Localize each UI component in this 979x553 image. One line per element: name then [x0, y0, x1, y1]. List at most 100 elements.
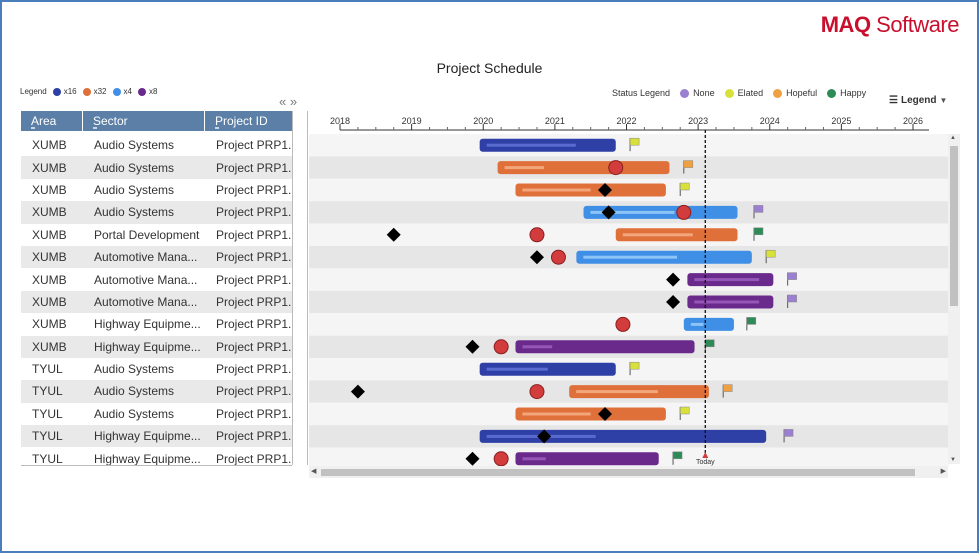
table-row[interactable]: XUMB Audio Systems Project PRP1... [21, 179, 292, 201]
scroll-right-icon[interactable]: ▶ [941, 467, 946, 475]
milestone-circle [608, 160, 624, 176]
cell-sector: Audio Systems [94, 138, 175, 153]
cell-project-id: Project PRP1... [216, 272, 292, 287]
table-row[interactable]: TYUL Highway Equipme... Project PRP1... [21, 447, 292, 469]
cell-sector: Audio Systems [94, 406, 175, 421]
brand-software: Software [870, 12, 959, 37]
table-row[interactable]: TYUL Highway Equipme... Project PRP1... [21, 425, 292, 448]
cell-area: XUMB [32, 182, 67, 197]
cell-project-id: Project PRP1... [216, 451, 292, 466]
chart-title: Project Schedule [436, 60, 543, 76]
scroll-up-icon[interactable]: ▲ [950, 135, 956, 141]
cell-sector: Automotive Mana... [94, 294, 198, 309]
table-row[interactable]: XUMB Highway Equipme... Project PRP1... [21, 313, 292, 335]
status-flag-icon [746, 317, 757, 325]
cell-area: TYUL [32, 384, 63, 399]
cell-project-id: Project PRP1... [216, 205, 292, 220]
gantt-progress-line [522, 457, 546, 461]
table-row[interactable]: XUMB Highway Equipme... Project PRP1... [21, 335, 292, 358]
table-row[interactable]: XUMB Automotive Mana... Project PRP1... [21, 245, 292, 269]
vertical-scroll-thumb[interactable] [950, 146, 958, 306]
cell-project-id: Project PRP1... [216, 294, 292, 309]
legend-item-x8: x8 [148, 87, 158, 96]
brand-maq: MAQ [820, 12, 871, 37]
horizontal-scrollbar[interactable]: ◀ ▶ [309, 466, 948, 478]
milestone-circle [615, 316, 631, 332]
table-row[interactable]: XUMB Audio Systems Project PRP1... [21, 156, 292, 179]
cell-project-id: Project PRP1... [216, 384, 292, 399]
type-legend-label: Legend [20, 87, 47, 96]
expand-right-icon[interactable]: » [290, 94, 297, 109]
milestone-circle [529, 384, 545, 400]
cell-project-id: Project PRP1... [216, 339, 292, 354]
grid-body: XUMB Audio Systems Project PRP1... XUMB Audi… [21, 134, 292, 470]
cell-area: TYUL [32, 429, 63, 444]
grid-bottom-border [21, 465, 292, 466]
status-item-happy: Happy [840, 88, 867, 98]
status-flag-icon [783, 429, 794, 437]
table-row[interactable]: TYUL Audio Systems Project PRP1... [21, 380, 292, 403]
gantt-progress-line [694, 278, 760, 282]
cell-sector: Automotive Mana... [94, 250, 198, 265]
table-row[interactable]: TYUL Audio Systems Project PRP1... [21, 403, 292, 425]
cell-area: TYUL [32, 362, 63, 377]
status-flag-icon [787, 272, 797, 280]
cell-sector: Highway Equipme... [94, 317, 201, 332]
horizontal-scroll-thumb[interactable] [321, 469, 915, 476]
status-legend: Status Legend None Elated Hopeful Happy [612, 88, 866, 98]
cell-sector: Highway Equipme... [94, 451, 201, 466]
status-item-none: None [693, 88, 715, 98]
table-row[interactable]: XUMB Portal Development Project PRP1... [21, 224, 292, 246]
cell-project-id: Project PRP1... [216, 227, 292, 242]
legend-dot-x8 [137, 87, 146, 96]
x-tick-label: 2026 [903, 116, 923, 126]
gantt-progress-line [583, 255, 678, 259]
today-label: Today [696, 459, 715, 466]
milestone-circle [493, 339, 509, 355]
gantt-progress-line [690, 322, 704, 326]
gantt-chart: 2018 2019 2020 2021 2022 2023 2024 2025 2026 Toda… [309, 100, 949, 470]
collapse-left-icon[interactable]: « [279, 94, 286, 109]
legend-item-x32: x32 [93, 87, 107, 96]
scroll-left-icon[interactable]: ◀ [311, 467, 316, 475]
table-row[interactable]: XUMB Audio Systems Project PRP1... [21, 201, 292, 224]
grid-header: Area Sector Project ID [21, 111, 292, 131]
pane-splitter[interactable] [292, 111, 308, 465]
cell-project-id: Project PRP1... [216, 250, 292, 265]
table-row[interactable]: XUMB Automotive Mana... Project PRP1... [21, 290, 292, 314]
legend-dot-x32 [82, 87, 91, 96]
column-header-area[interactable]: Area [21, 111, 83, 131]
milestone-circle [529, 227, 545, 243]
cell-area: XUMB [32, 227, 67, 242]
status-flag-icon [722, 384, 733, 392]
scroll-down-icon[interactable]: ▼ [950, 457, 956, 463]
status-item-elated: Elated [737, 88, 764, 98]
milestone-circle [550, 249, 566, 265]
cell-area: XUMB [32, 138, 67, 153]
cell-project-id: Project PRP1... [216, 317, 292, 332]
table-row[interactable]: XUMB Audio Systems Project PRP1... [21, 134, 292, 156]
legend-item-x4: x4 [123, 87, 132, 96]
table-row[interactable]: TYUL Audio Systems Project PRP1... [21, 358, 292, 380]
cell-project-id: Project PRP1... [216, 406, 292, 421]
cell-area: TYUL [32, 406, 63, 421]
cell-area: XUMB [32, 160, 67, 175]
vertical-scrollbar[interactable]: ▲ ▼ [948, 134, 960, 464]
cell-area: XUMB [32, 205, 67, 220]
gantt-progress-line [694, 300, 760, 304]
gantt-progress-line [522, 188, 591, 192]
cell-area: XUMB [32, 294, 67, 309]
cell-sector: Audio Systems [94, 362, 175, 377]
cell-area: XUMB [32, 272, 67, 287]
cell-project-id: Project PRP1... [216, 160, 292, 175]
cell-sector: Audio Systems [94, 182, 175, 197]
status-dot-none [680, 88, 690, 98]
collapse-controls: « » [279, 94, 297, 109]
table-row[interactable]: XUMB Automotive Mana... Project PRP1... [21, 268, 292, 290]
milestone-circle [493, 451, 509, 467]
status-flag-icon [679, 182, 690, 191]
status-dot-happy [827, 88, 837, 98]
column-header-project-id[interactable]: Project ID [205, 111, 292, 131]
column-header-sector[interactable]: Sector [83, 111, 205, 131]
status-dot-elated [724, 88, 734, 98]
